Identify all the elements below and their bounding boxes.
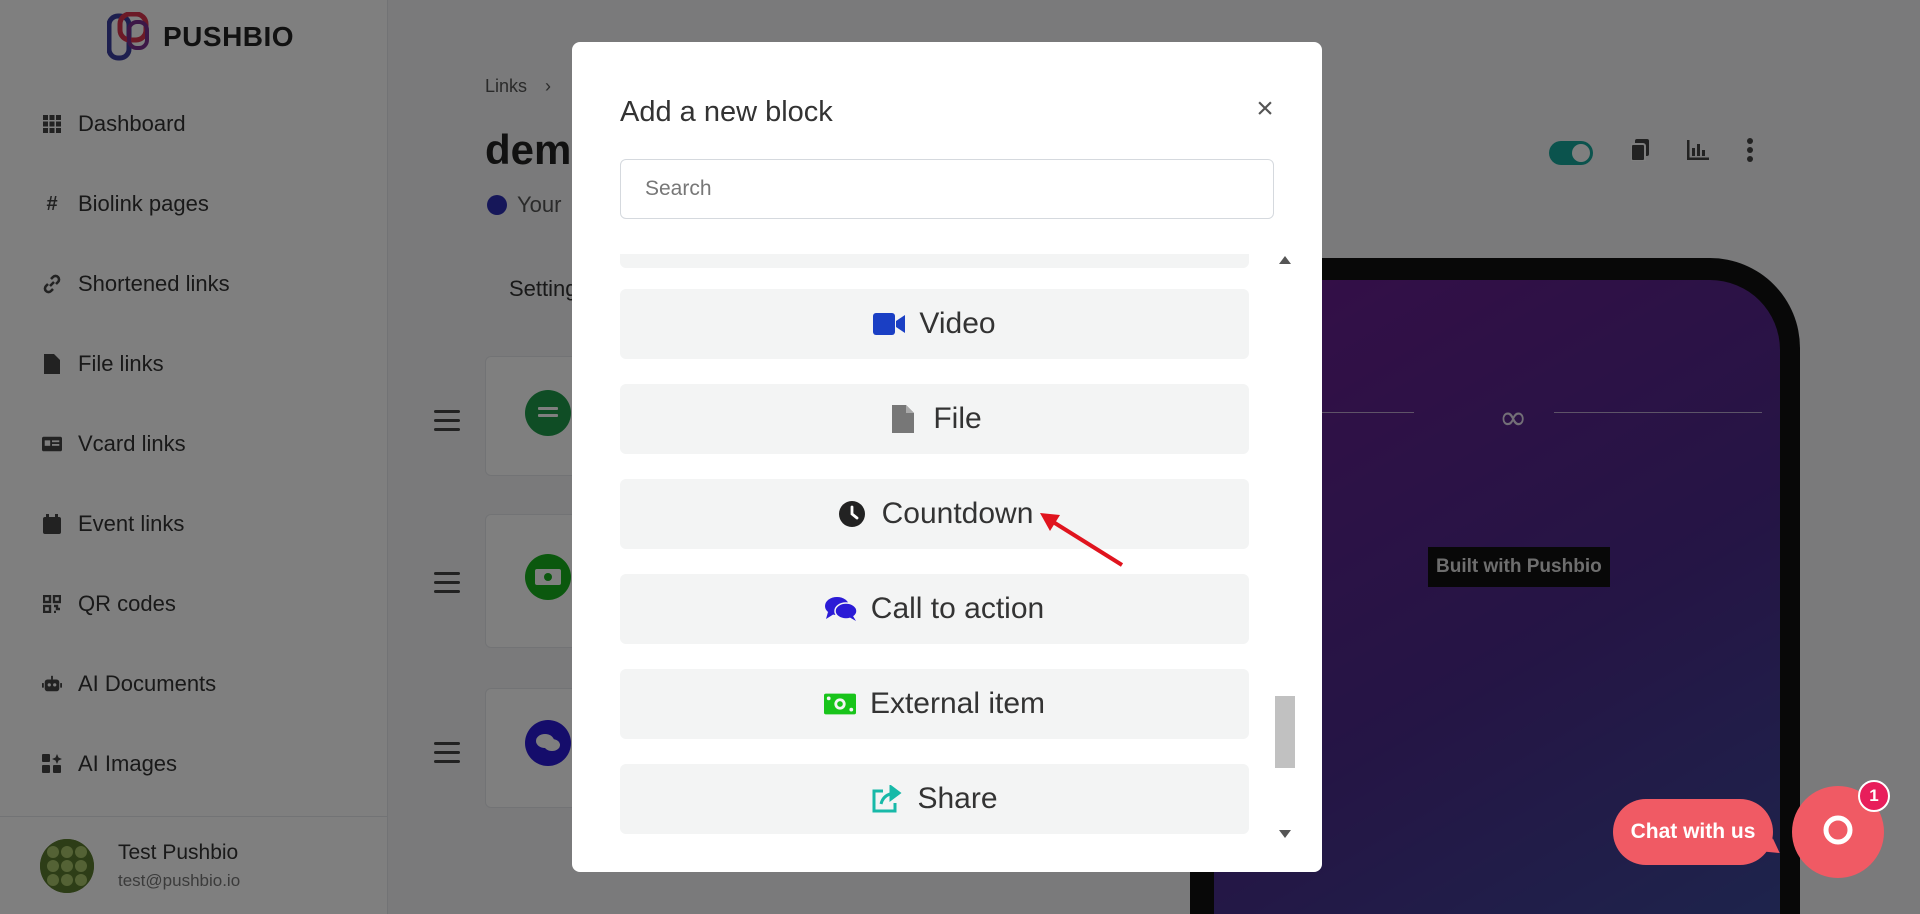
annotation-arrow-icon xyxy=(1040,513,1124,567)
block-option-label: File xyxy=(933,402,982,435)
block-option-label: Video xyxy=(919,307,996,340)
block-option-file[interactable]: File xyxy=(620,384,1249,454)
block-option-call-to-action[interactable]: Call to action xyxy=(620,574,1249,644)
block-option-label: External item xyxy=(869,687,1046,720)
clock-icon xyxy=(836,498,868,530)
share-icon xyxy=(871,783,903,815)
block-option-countdown[interactable]: Countdown xyxy=(620,479,1249,549)
block-option-label: Countdown xyxy=(881,497,1034,530)
block-list[interactable]: Video File Countdown Call to action Exte xyxy=(620,254,1249,842)
scroll-up-arrow-icon[interactable] xyxy=(1279,256,1291,264)
block-option-partial[interactable] xyxy=(620,254,1249,268)
scrollbar-thumb[interactable] xyxy=(1275,696,1295,768)
notification-badge: 1 xyxy=(1858,780,1890,812)
file-icon xyxy=(887,403,919,435)
video-icon xyxy=(873,308,906,340)
chat-with-us-button[interactable]: Chat with us xyxy=(1613,799,1773,865)
block-option-label: Call to action xyxy=(870,592,1045,625)
scroll-down-arrow-icon[interactable] xyxy=(1279,830,1291,838)
search-input[interactable] xyxy=(620,159,1274,219)
block-option-share[interactable]: Share xyxy=(620,764,1249,834)
scrollbar[interactable] xyxy=(1275,254,1295,842)
chat-icon xyxy=(1821,813,1855,852)
money-bill-icon xyxy=(823,688,856,720)
block-option-external-item[interactable]: External item xyxy=(620,669,1249,739)
close-icon[interactable]: × xyxy=(1248,92,1282,126)
block-option-label: Share xyxy=(917,782,998,815)
block-option-video[interactable]: Video xyxy=(620,289,1249,359)
add-block-modal: Add a new block × Video File Countdown xyxy=(572,42,1322,872)
modal-title: Add a new block xyxy=(620,96,833,128)
comments-icon xyxy=(824,593,857,625)
